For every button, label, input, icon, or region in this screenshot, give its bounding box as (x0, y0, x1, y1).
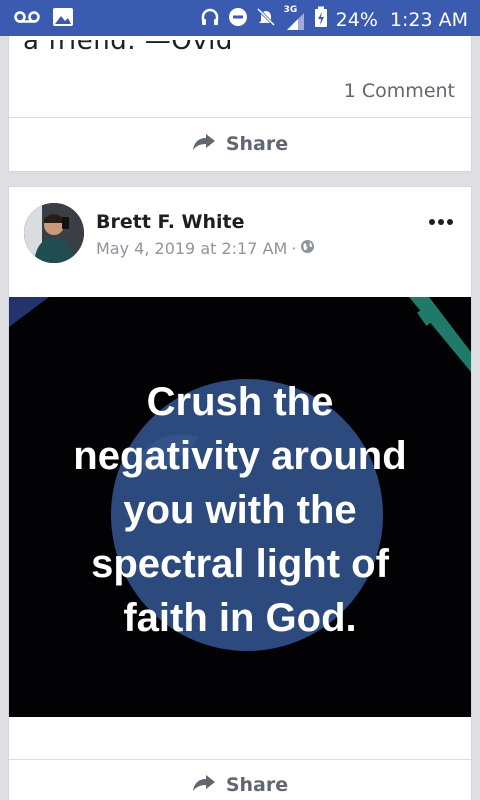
more-dot (447, 219, 453, 225)
previous-post-card: a friend. —Ovid 1 Comment Share (8, 36, 472, 172)
headphones-icon (200, 7, 220, 32)
post-meta: May 4, 2019 at 2:17 AM · (96, 239, 315, 258)
author-avatar[interactable] (24, 203, 84, 263)
share-label: Share (225, 774, 289, 796)
quote-line-3: you with the (123, 488, 357, 532)
globe-icon (300, 239, 315, 258)
post-image[interactable]: Crush the negativity around you with the… (9, 297, 471, 717)
share-icon (192, 774, 216, 797)
author-name[interactable]: Brett F. White (96, 211, 245, 233)
more-options-button[interactable] (429, 219, 453, 225)
post-card: Brett F. White May 4, 2019 at 2:17 AM · … (8, 186, 472, 800)
battery-icon (314, 6, 328, 33)
quote-line-1: Crush the (146, 380, 334, 424)
quote-line-2: negativity around (73, 434, 407, 478)
voicemail-icon (14, 9, 40, 29)
do-not-disturb-icon (228, 7, 248, 32)
battery-percentage: 24% (335, 8, 378, 31)
clock: 1:23 AM (389, 8, 468, 31)
image-icon (52, 7, 74, 31)
notifications-off-icon (256, 7, 276, 32)
quote-line-4: spectral light of (91, 542, 389, 586)
share-label: Share (225, 133, 289, 155)
status-bar: 3G 24% 1:23 AM (0, 0, 480, 36)
more-dot (429, 219, 435, 225)
quote-line-5: faith in God. (123, 596, 357, 640)
post-timestamp[interactable]: May 4, 2019 at 2:17 AM (96, 239, 287, 258)
share-button[interactable]: Share (9, 118, 471, 170)
more-dot (438, 219, 444, 225)
meta-separator: · (291, 239, 297, 258)
comment-count-link[interactable]: 1 Comment (344, 80, 455, 102)
share-icon (192, 133, 216, 156)
network-type-label: 3G (283, 4, 298, 15)
signal-icon: 3G (284, 5, 306, 31)
post-image-quote: Crush the negativity around you with the… (9, 375, 471, 645)
share-button[interactable]: Share (9, 759, 471, 800)
